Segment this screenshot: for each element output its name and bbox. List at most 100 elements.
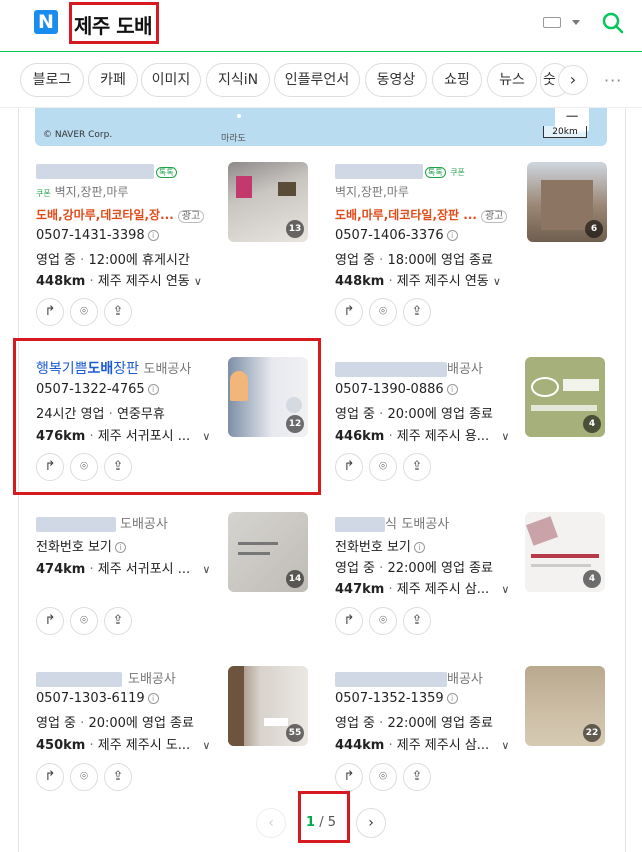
place-card[interactable]: 도배공사 0507-1303-6119 i 영업 중 · 20:00에 영업 종료… bbox=[36, 665, 326, 825]
business-status: 영업 중 bbox=[335, 253, 376, 268]
phone-number[interactable]: 0507-1406-3376 bbox=[335, 228, 444, 243]
tab-influencer[interactable]: 인플루언서 bbox=[274, 63, 360, 97]
place-name[interactable]: 도배공사 bbox=[36, 513, 168, 532]
photo-count: 22 bbox=[583, 724, 601, 742]
place-thumbnail[interactable]: 6 bbox=[527, 162, 607, 242]
chevron-down-icon[interactable]: ∨ bbox=[501, 583, 509, 596]
info-icon[interactable]: i bbox=[413, 542, 425, 553]
place-thumbnail[interactable]: 4 bbox=[525, 357, 605, 437]
chevron-down-icon[interactable]: ∨ bbox=[202, 563, 210, 576]
place-name[interactable]: 톡톡 쿠폰 bbox=[335, 163, 465, 179]
address: 제주 제주시 도... bbox=[97, 738, 191, 753]
directions-icon[interactable]: ↱ bbox=[335, 453, 363, 481]
next-page-button[interactable]: › bbox=[356, 808, 386, 838]
location-pin-icon[interactable]: ⌾ bbox=[369, 763, 397, 791]
directions-icon[interactable]: ↱ bbox=[335, 607, 363, 635]
info-icon[interactable]: i bbox=[147, 693, 159, 704]
directions-icon[interactable]: ↱ bbox=[335, 298, 363, 326]
phone-number[interactable]: 0507-1352-1359 bbox=[335, 691, 444, 706]
tab-shopping[interactable]: 쇼핑 bbox=[432, 63, 482, 97]
location-pin-icon[interactable]: ⌾ bbox=[369, 298, 397, 326]
place-thumbnail[interactable]: 22 bbox=[525, 666, 605, 746]
tab-news[interactable]: 뉴스 bbox=[487, 63, 537, 97]
tab-kin[interactable]: 지식iN bbox=[206, 63, 270, 97]
more-icon[interactable]: ··· bbox=[604, 71, 622, 90]
tab-image[interactable]: 이미지 bbox=[141, 63, 201, 97]
place-card[interactable]: 배공사 0507-1390-0886 i 영업 중 · 20:00에 영업 종료 … bbox=[335, 355, 625, 515]
share-icon[interactable]: ⇪ bbox=[104, 298, 132, 326]
directions-icon[interactable]: ↱ bbox=[36, 607, 64, 635]
query-highlight-box bbox=[69, 2, 159, 44]
place-thumbnail[interactable]: 14 bbox=[228, 512, 308, 592]
place-name[interactable]: 톡톡 bbox=[36, 163, 177, 179]
location-pin-icon[interactable]: ⌾ bbox=[70, 298, 98, 326]
map-scale: 20km bbox=[543, 126, 587, 138]
tab-cafe[interactable]: 카페 bbox=[88, 63, 138, 97]
prev-page-button[interactable]: ‹ bbox=[256, 808, 286, 838]
chevron-down-icon[interactable]: ∨ bbox=[501, 430, 509, 443]
search-header: N 제주 도배 bbox=[0, 0, 642, 52]
chevron-down-icon[interactable]: ∨ bbox=[501, 739, 509, 752]
search-icon[interactable] bbox=[602, 12, 624, 34]
naver-logo[interactable]: N bbox=[34, 10, 58, 34]
map-marker bbox=[237, 114, 241, 118]
phone-number[interactable]: 0507-1431-3398 bbox=[36, 228, 145, 243]
distance: 448km bbox=[36, 274, 86, 289]
share-icon[interactable]: ⇪ bbox=[403, 607, 431, 635]
share-icon[interactable]: ⇪ bbox=[403, 298, 431, 326]
phone-view-link[interactable]: 전화번호 보기 bbox=[335, 540, 411, 555]
place-name[interactable]: 도배공사 bbox=[36, 668, 176, 687]
photo-count: 4 bbox=[583, 570, 601, 588]
place-card[interactable]: 톡톡 쿠폰 벽지,장판,마루 도배,강마루,데코타일,장... 광고 0507-1… bbox=[36, 160, 326, 326]
tab-blog[interactable]: 블로그 bbox=[20, 63, 84, 97]
address: 제주 제주시 연동 bbox=[396, 274, 489, 289]
info-icon[interactable]: i bbox=[114, 542, 126, 553]
tabs-next-button[interactable]: › bbox=[558, 65, 588, 95]
business-status: 영업 중 bbox=[335, 561, 376, 576]
ad-badge[interactable]: 광고 bbox=[177, 210, 205, 223]
caret-down-icon[interactable] bbox=[572, 20, 580, 25]
info-icon[interactable]: i bbox=[446, 384, 458, 395]
info-icon[interactable]: i bbox=[147, 230, 159, 241]
directions-icon[interactable]: ↱ bbox=[36, 763, 64, 791]
share-icon[interactable]: ⇪ bbox=[104, 607, 132, 635]
place-name[interactable]: 식 도배공사 bbox=[335, 513, 449, 532]
place-card[interactable]: 식 도배공사 전화번호 보기 i 영업 중 · 22:00에 영업 종료 447k… bbox=[335, 510, 625, 670]
directions-icon[interactable]: ↱ bbox=[335, 763, 363, 791]
place-name[interactable]: 배공사 bbox=[335, 358, 483, 377]
photo-count: 13 bbox=[286, 220, 304, 238]
chevron-down-icon[interactable]: ∨ bbox=[194, 275, 202, 288]
info-icon[interactable]: i bbox=[446, 230, 458, 241]
location-pin-icon[interactable]: ⌾ bbox=[70, 763, 98, 791]
address: 제주 제주시 삼... bbox=[396, 582, 490, 597]
map-preview[interactable]: © NAVER Corp. 마라도 − 20km bbox=[35, 108, 607, 146]
share-icon[interactable]: ⇪ bbox=[403, 453, 431, 481]
place-card[interactable]: 배공사 0507-1352-1359 i 영업 중 · 22:00에 영업 종료 … bbox=[335, 665, 625, 825]
talk-badge: 톡톡 bbox=[425, 167, 446, 178]
share-icon[interactable]: ⇪ bbox=[403, 763, 431, 791]
distance: 474km bbox=[36, 562, 86, 577]
chevron-down-icon[interactable]: ∨ bbox=[493, 275, 501, 288]
location-pin-icon[interactable]: ⌾ bbox=[70, 607, 98, 635]
place-thumbnail[interactable]: 13 bbox=[228, 162, 308, 242]
location-pin-icon[interactable]: ⌾ bbox=[369, 607, 397, 635]
ad-badge[interactable]: 광고 bbox=[480, 210, 508, 223]
tab-video[interactable]: 동영상 bbox=[365, 63, 427, 97]
location-pin-icon[interactable]: ⌾ bbox=[369, 453, 397, 481]
place-thumbnail[interactable]: 4 bbox=[525, 512, 605, 592]
phone-view-link[interactable]: 전화번호 보기 bbox=[36, 540, 112, 555]
keyboard-icon[interactable] bbox=[543, 17, 561, 28]
result-highlight-box bbox=[13, 338, 321, 495]
share-icon[interactable]: ⇪ bbox=[104, 763, 132, 791]
place-card[interactable]: 도배공사 전화번호 보기 i 474km · 제주 서귀포시 ... ∨ 14 ↱… bbox=[36, 510, 326, 670]
coupon-badge: 쿠폰 bbox=[450, 168, 465, 177]
photo-count: 4 bbox=[583, 415, 601, 433]
place-card[interactable]: 톡톡 쿠폰 벽지,장판,마루 도배,마루,데코타일,장판 ... 광고 0507-… bbox=[335, 160, 625, 326]
directions-icon[interactable]: ↱ bbox=[36, 298, 64, 326]
place-thumbnail[interactable]: 55 bbox=[228, 666, 308, 746]
chevron-down-icon[interactable]: ∨ bbox=[202, 739, 210, 752]
info-icon[interactable]: i bbox=[446, 693, 458, 704]
phone-number[interactable]: 0507-1303-6119 bbox=[36, 691, 145, 706]
phone-number[interactable]: 0507-1390-0886 bbox=[335, 382, 444, 397]
place-name[interactable]: 배공사 bbox=[335, 668, 483, 687]
